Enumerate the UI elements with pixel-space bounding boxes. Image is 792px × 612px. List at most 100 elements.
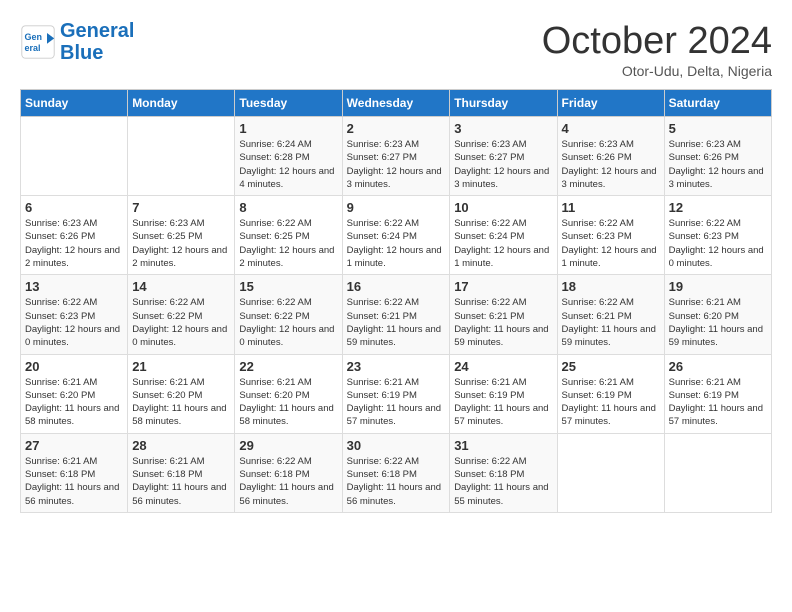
- day-cell: 19Sunrise: 6:21 AM Sunset: 6:20 PM Dayli…: [664, 275, 771, 354]
- week-row-1: 1Sunrise: 6:24 AM Sunset: 6:28 PM Daylig…: [21, 117, 772, 196]
- day-info: Sunrise: 6:22 AM Sunset: 6:24 PM Dayligh…: [347, 217, 446, 270]
- day-cell: 2 Sunrise: 6:23 AM Sunset: 6:27 PM Daylig…: [342, 117, 450, 196]
- svg-text:Gen: Gen: [25, 32, 43, 42]
- day-cell: 17 Sunrise: 6:22 AM Sunset: 6:21 PM Dayli…: [450, 275, 557, 354]
- day-cell: 12Sunrise: 6:22 AM Sunset: 6:23 PM Dayli…: [664, 196, 771, 275]
- day-cell: 30Sunrise: 6:22 AM Sunset: 6:18 PM Dayli…: [342, 433, 450, 512]
- day-number: 21: [132, 359, 230, 374]
- day-cell: 21Sunrise: 6:21 AM Sunset: 6:20 PM Dayli…: [128, 354, 235, 433]
- header-day-thursday: Thursday: [450, 90, 557, 117]
- calendar-header: SundayMondayTuesdayWednesdayThursdayFrid…: [21, 90, 772, 117]
- day-info: Sunrise: 6:21 AM Sunset: 6:18 PM Dayligh…: [25, 455, 123, 508]
- header-day-saturday: Saturday: [664, 90, 771, 117]
- day-info: Sunrise: 6:23 AM Sunset: 6:25 PM Dayligh…: [132, 217, 230, 270]
- day-number: 2: [347, 121, 446, 136]
- day-info: Sunrise: 6:22 AM Sunset: 6:23 PM Dayligh…: [562, 217, 660, 270]
- day-info: Sunrise: 6:22 AM Sunset: 6:22 PM Dayligh…: [239, 296, 337, 349]
- day-info: Sunrise: 6:22 AM Sunset: 6:18 PM Dayligh…: [239, 455, 337, 508]
- logo-icon: Gen eral: [20, 24, 56, 60]
- day-cell: 10Sunrise: 6:22 AM Sunset: 6:24 PM Dayli…: [450, 196, 557, 275]
- day-number: 24: [454, 359, 552, 374]
- day-cell: 3 Sunrise: 6:23 AM Sunset: 6:27 PM Daylig…: [450, 117, 557, 196]
- calendar-body: 1Sunrise: 6:24 AM Sunset: 6:28 PM Daylig…: [21, 117, 772, 513]
- day-number: 18: [562, 279, 660, 294]
- day-cell: 11 Sunrise: 6:22 AM Sunset: 6:23 PM Dayli…: [557, 196, 664, 275]
- day-cell: 1Sunrise: 6:24 AM Sunset: 6:28 PM Daylig…: [235, 117, 342, 196]
- day-cell: 8 Sunrise: 6:22 AM Sunset: 6:25 PM Daylig…: [235, 196, 342, 275]
- week-row-2: 6 Sunrise: 6:23 AM Sunset: 6:26 PM Daylig…: [21, 196, 772, 275]
- day-info: Sunrise: 6:21 AM Sunset: 6:19 PM Dayligh…: [562, 376, 660, 429]
- day-number: 23: [347, 359, 446, 374]
- day-number: 31: [454, 438, 552, 453]
- location: Otor-Udu, Delta, Nigeria: [542, 63, 772, 79]
- day-cell: 16Sunrise: 6:22 AM Sunset: 6:21 PM Dayli…: [342, 275, 450, 354]
- day-info: Sunrise: 6:21 AM Sunset: 6:18 PM Dayligh…: [132, 455, 230, 508]
- day-cell: [664, 433, 771, 512]
- day-cell: 27 Sunrise: 6:21 AM Sunset: 6:18 PM Dayli…: [21, 433, 128, 512]
- day-info: Sunrise: 6:22 AM Sunset: 6:21 PM Dayligh…: [454, 296, 552, 349]
- day-number: 8: [239, 200, 337, 215]
- header-row: SundayMondayTuesdayWednesdayThursdayFrid…: [21, 90, 772, 117]
- day-info: Sunrise: 6:21 AM Sunset: 6:19 PM Dayligh…: [454, 376, 552, 429]
- day-info: Sunrise: 6:24 AM Sunset: 6:28 PM Dayligh…: [239, 138, 337, 191]
- day-cell: [128, 117, 235, 196]
- day-cell: [21, 117, 128, 196]
- day-cell: 13Sunrise: 6:22 AM Sunset: 6:23 PM Dayli…: [21, 275, 128, 354]
- day-info: Sunrise: 6:22 AM Sunset: 6:23 PM Dayligh…: [669, 217, 767, 270]
- day-info: Sunrise: 6:23 AM Sunset: 6:26 PM Dayligh…: [562, 138, 660, 191]
- day-cell: 6 Sunrise: 6:23 AM Sunset: 6:26 PM Daylig…: [21, 196, 128, 275]
- day-number: 29: [239, 438, 337, 453]
- header-day-wednesday: Wednesday: [342, 90, 450, 117]
- day-number: 7: [132, 200, 230, 215]
- day-number: 6: [25, 200, 123, 215]
- day-number: 28: [132, 438, 230, 453]
- day-cell: 4Sunrise: 6:23 AM Sunset: 6:26 PM Daylig…: [557, 117, 664, 196]
- day-number: 9: [347, 200, 446, 215]
- title-block: October 2024 Otor-Udu, Delta, Nigeria: [542, 20, 772, 79]
- day-info: Sunrise: 6:23 AM Sunset: 6:26 PM Dayligh…: [669, 138, 767, 191]
- logo-text: General Blue: [60, 20, 134, 64]
- day-number: 3: [454, 121, 552, 136]
- day-number: 25: [562, 359, 660, 374]
- day-cell: 14Sunrise: 6:22 AM Sunset: 6:22 PM Dayli…: [128, 275, 235, 354]
- day-cell: 29 Sunrise: 6:22 AM Sunset: 6:18 PM Dayli…: [235, 433, 342, 512]
- day-info: Sunrise: 6:21 AM Sunset: 6:20 PM Dayligh…: [239, 376, 337, 429]
- day-number: 11: [562, 200, 660, 215]
- calendar-table: SundayMondayTuesdayWednesdayThursdayFrid…: [20, 89, 772, 513]
- day-number: 15: [239, 279, 337, 294]
- day-number: 17: [454, 279, 552, 294]
- day-info: Sunrise: 6:22 AM Sunset: 6:24 PM Dayligh…: [454, 217, 552, 270]
- day-cell: 15 Sunrise: 6:22 AM Sunset: 6:22 PM Dayli…: [235, 275, 342, 354]
- day-cell: 23 Sunrise: 6:21 AM Sunset: 6:19 PM Dayli…: [342, 354, 450, 433]
- day-info: Sunrise: 6:23 AM Sunset: 6:27 PM Dayligh…: [454, 138, 552, 191]
- day-info: Sunrise: 6:21 AM Sunset: 6:19 PM Dayligh…: [347, 376, 446, 429]
- day-number: 22: [239, 359, 337, 374]
- day-cell: 20 Sunrise: 6:21 AM Sunset: 6:20 PM Dayli…: [21, 354, 128, 433]
- week-row-4: 20 Sunrise: 6:21 AM Sunset: 6:20 PM Dayli…: [21, 354, 772, 433]
- day-number: 14: [132, 279, 230, 294]
- header-day-sunday: Sunday: [21, 90, 128, 117]
- day-info: Sunrise: 6:21 AM Sunset: 6:20 PM Dayligh…: [669, 296, 767, 349]
- header-day-monday: Monday: [128, 90, 235, 117]
- day-cell: 22 Sunrise: 6:21 AM Sunset: 6:20 PM Dayli…: [235, 354, 342, 433]
- header-day-tuesday: Tuesday: [235, 90, 342, 117]
- day-cell: 5 Sunrise: 6:23 AM Sunset: 6:26 PM Daylig…: [664, 117, 771, 196]
- day-number: 26: [669, 359, 767, 374]
- day-info: Sunrise: 6:22 AM Sunset: 6:25 PM Dayligh…: [239, 217, 337, 270]
- day-info: Sunrise: 6:21 AM Sunset: 6:20 PM Dayligh…: [25, 376, 123, 429]
- day-number: 20: [25, 359, 123, 374]
- logo: Gen eral General Blue: [20, 20, 134, 64]
- day-number: 16: [347, 279, 446, 294]
- day-number: 27: [25, 438, 123, 453]
- page-header: Gen eral General Blue October 2024 Otor-…: [20, 20, 772, 79]
- day-info: Sunrise: 6:23 AM Sunset: 6:26 PM Dayligh…: [25, 217, 123, 270]
- day-info: Sunrise: 6:23 AM Sunset: 6:27 PM Dayligh…: [347, 138, 446, 191]
- day-cell: [557, 433, 664, 512]
- day-number: 30: [347, 438, 446, 453]
- day-number: 5: [669, 121, 767, 136]
- month-title: October 2024: [542, 20, 772, 63]
- day-cell: 25 Sunrise: 6:21 AM Sunset: 6:19 PM Dayli…: [557, 354, 664, 433]
- day-cell: 31Sunrise: 6:22 AM Sunset: 6:18 PM Dayli…: [450, 433, 557, 512]
- day-cell: 7 Sunrise: 6:23 AM Sunset: 6:25 PM Daylig…: [128, 196, 235, 275]
- day-cell: 28 Sunrise: 6:21 AM Sunset: 6:18 PM Dayli…: [128, 433, 235, 512]
